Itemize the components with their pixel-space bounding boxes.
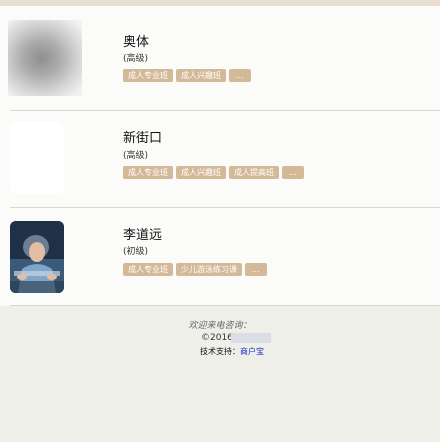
support-link[interactable]: 商户宝: [240, 347, 264, 356]
coach-name[interactable]: 李道远: [123, 224, 162, 243]
copyright-text: ©2016: [201, 333, 233, 343]
coach-level: (初级): [123, 247, 149, 257]
course-tag[interactable]: 成人专业班: [123, 69, 173, 82]
coach-avatar[interactable]: [10, 122, 64, 194]
more-tags-button[interactable]: ...: [245, 263, 267, 276]
coach-name[interactable]: 奥体: [123, 31, 149, 50]
course-tag[interactable]: 成人专业班: [123, 263, 173, 276]
item-divider: [10, 305, 440, 306]
course-tags: 成人专业班 成人兴趣班...: [123, 69, 254, 82]
course-tag[interactable]: 成人兴趣班: [176, 166, 226, 179]
coach-avatar[interactable]: [8, 20, 82, 96]
coach-name[interactable]: 新街口: [123, 127, 162, 146]
item-divider: [10, 110, 440, 111]
course-tag[interactable]: 少儿游泳练习课: [176, 263, 242, 276]
coach-photo-icon: [10, 221, 64, 293]
course-tags: 成人专业班 成人兴趣班 成人提高班...: [123, 166, 307, 179]
welcome-text: 欢迎来电咨询：: [188, 321, 252, 331]
support-label: 技术支持：: [200, 347, 240, 356]
coach-level: (高级): [123, 54, 149, 64]
course-tag[interactable]: 成人兴趣班: [176, 69, 226, 82]
item-divider: [10, 207, 440, 208]
course-tags: 成人专业班 少儿游泳练习课...: [123, 263, 270, 276]
more-tags-button[interactable]: ...: [282, 166, 304, 179]
redacted-block: [231, 333, 271, 343]
tech-support: 技术支持：商户宝: [200, 346, 264, 357]
coach-avatar[interactable]: [10, 221, 64, 293]
course-tag[interactable]: 成人提高班: [229, 166, 279, 179]
course-tag[interactable]: 成人专业班: [123, 166, 173, 179]
coach-level: (高级): [123, 151, 149, 161]
more-tags-button[interactable]: ...: [229, 69, 251, 82]
